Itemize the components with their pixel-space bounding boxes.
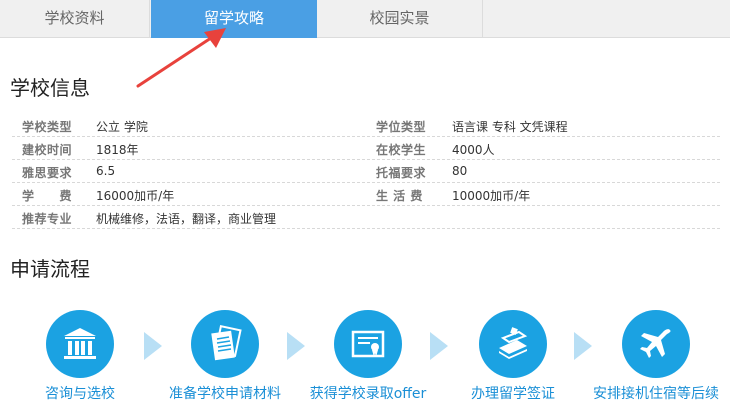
step-circle — [46, 310, 114, 378]
airplane-icon — [640, 329, 671, 358]
step-label: 咨询与选校 — [45, 386, 115, 402]
tab-campus-photos[interactable]: 校园实景 — [317, 0, 483, 38]
step-circle — [334, 310, 402, 378]
info-label: 学位类型 — [376, 120, 427, 134]
step-label: 准备学校申请材料 — [169, 386, 281, 402]
school-building-icon — [64, 328, 96, 359]
step-label: 安排接机住宿等后续 — [593, 386, 719, 402]
info-row: 推荐专业 机械维修，法语，翻译，商业管理 — [12, 206, 720, 229]
info-value: 6.5 — [96, 164, 116, 178]
info-label: 推荐专业 — [22, 212, 73, 226]
info-value: 10000加币/年 — [452, 189, 531, 203]
info-value: 80 — [452, 164, 468, 178]
certificate-icon — [351, 330, 385, 358]
red-arrow-icon — [136, 28, 226, 88]
school-info-title: 学校信息 — [10, 76, 90, 100]
step-label: 获得学校录取offer — [309, 386, 427, 402]
step-label: 办理留学签证 — [471, 386, 555, 402]
process-step: 获得学校录取offer — [303, 310, 433, 403]
info-label: 学 费 — [22, 189, 73, 203]
info-row: 学校类型 公立 学院 学位类型 语言课 专科 文凭课程 — [12, 114, 720, 137]
info-value: 语言课 专科 文凭课程 — [452, 120, 568, 134]
info-value: 16000加币/年 — [96, 189, 175, 203]
info-value: 1818年 — [96, 143, 139, 157]
info-label: 雅思要求 — [22, 166, 73, 180]
info-row: 建校时间 1818年 在校学生 4000人 — [12, 137, 720, 160]
school-info-table: 学校类型 公立 学院 学位类型 语言课 专科 文凭课程 建校时间 1818年 在… — [12, 114, 720, 229]
info-value: 机械维修，法语，翻译，商业管理 — [96, 212, 277, 226]
step-circle — [622, 310, 690, 378]
passport-books-icon — [499, 327, 528, 359]
info-row: 雅思要求 6.5 托福要求 80 — [12, 160, 720, 183]
info-label: 学校类型 — [22, 120, 73, 134]
info-label: 建校时间 — [22, 143, 73, 157]
info-value: 4000人 — [452, 143, 495, 157]
process-title: 申请流程 — [10, 257, 90, 281]
process-step: 安排接机住宿等后续 — [586, 310, 726, 403]
process-step: 办理留学签证 — [458, 310, 568, 403]
application-process: 咨询与选校 准备学校申请材料 获得学校录取offer 办理留学签证 安排接机住宿… — [0, 310, 730, 412]
info-value: 公立 学院 — [96, 120, 148, 134]
process-step: 咨询与选校 — [20, 310, 140, 403]
step-circle — [479, 310, 547, 378]
step-circle — [191, 310, 259, 378]
info-label: 生 活 费 — [376, 189, 423, 203]
info-row: 学 费 16000加币/年 生 活 费 10000加币/年 — [12, 183, 720, 206]
info-label: 在校学生 — [376, 143, 427, 157]
tab-school-profile[interactable]: 学校资料 — [0, 0, 150, 38]
documents-icon — [211, 325, 242, 361]
info-label: 托福要求 — [376, 166, 427, 180]
process-step: 准备学校申请材料 — [155, 310, 295, 403]
tab-bar: 学校资料 留学攻略 校园实景 — [0, 0, 730, 38]
chevron-right-icon — [430, 332, 448, 360]
